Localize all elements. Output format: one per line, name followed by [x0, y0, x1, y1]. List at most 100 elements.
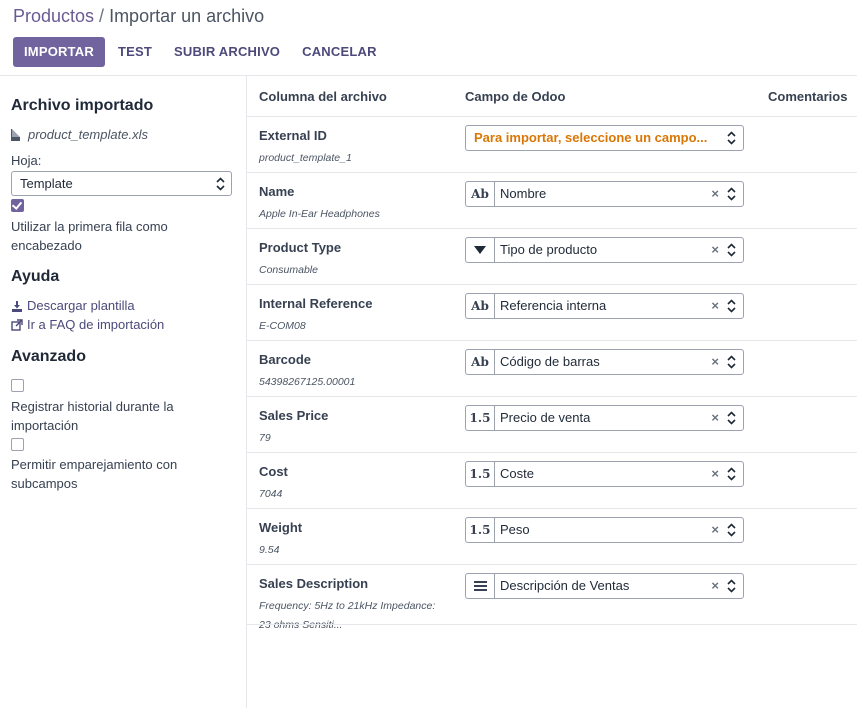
- table-row: External ID product_template_1 Para import…: [247, 116, 857, 172]
- odoo-field-value: Para importar, seleccione un campo...: [474, 130, 708, 145]
- track-history-label: Registrar historial durante la importaci…: [11, 399, 174, 433]
- clear-icon[interactable]: ×: [711, 462, 719, 486]
- file-column-name: Internal Reference: [259, 296, 373, 311]
- clear-icon[interactable]: ×: [711, 350, 719, 374]
- odoo-field-select[interactable]: Para importar, seleccione un campo...: [465, 125, 744, 151]
- file-column-sample: Frequency: 5Hz to 21kHz Impedance: 23 oh…: [259, 600, 436, 631]
- clear-icon[interactable]: ×: [711, 294, 719, 318]
- updown-arrows-icon: [727, 243, 736, 257]
- updown-arrows-icon: [727, 411, 736, 425]
- clear-icon[interactable]: ×: [711, 406, 719, 430]
- sheet-select[interactable]: Template: [11, 171, 232, 196]
- subfields-checkbox[interactable]: [11, 438, 24, 451]
- faq-link[interactable]: Ir a FAQ de importación: [11, 317, 164, 332]
- file-column-name: Product Type: [259, 240, 342, 255]
- header-odoo-field: Campo de Odoo: [465, 89, 566, 104]
- file-column-name: External ID: [259, 128, 327, 143]
- imported-file-title: Archivo importado: [11, 97, 154, 114]
- import-button[interactable]: IMPORTAR: [13, 37, 105, 67]
- test-button[interactable]: TEST: [107, 37, 163, 67]
- odoo-field-select[interactable]: Ab Código de barras ×: [465, 349, 744, 375]
- external-link-icon: [11, 318, 24, 331]
- odoo-field-value: Nombre: [500, 186, 547, 201]
- table-row: Product Type Consumable Tipo de producto ×: [247, 228, 857, 284]
- file-column-name: Weight: [259, 520, 303, 535]
- file-column-sample: Consumable: [259, 264, 318, 276]
- odoo-field-value: Peso: [500, 522, 530, 537]
- updown-arrows-icon: [727, 467, 736, 481]
- file-column-sample: Apple In-Ear Headphones: [259, 208, 380, 220]
- file-column-name: Sales Price: [259, 408, 329, 423]
- download-template-link[interactable]: Descargar plantilla: [11, 298, 135, 313]
- table-row: Sales Description Frequency: 5Hz to 21kHz…: [247, 564, 857, 631]
- table-row: Barcode 54398267125.00001 Ab Código de barr…: [247, 340, 857, 396]
- table-bottom-divider: [247, 624, 857, 625]
- track-history-checkbox[interactable]: [11, 379, 24, 392]
- float-type-icon: 1.5: [466, 462, 495, 486]
- sheet-label: Hoja:: [11, 153, 42, 168]
- upload-file-button[interactable]: SUBIR ARCHIVO: [163, 37, 291, 67]
- odoo-field-select[interactable]: Descripción de Ventas ×: [465, 573, 744, 599]
- table-row: Name Apple In-Ear Headphones Ab Nombre ×: [247, 172, 857, 228]
- table-row: Weight 9.54 1.5 Peso ×: [247, 508, 857, 564]
- subfields-label: Permitir emparejamiento con subcampos: [11, 457, 178, 491]
- odoo-field-value: Referencia interna: [500, 298, 607, 313]
- file-column-sample: 7044: [259, 488, 283, 500]
- table-row: Internal Reference E-COM08 Ab Referencia in…: [247, 284, 857, 340]
- odoo-field-value: Código de barras: [500, 354, 600, 369]
- updown-arrows-icon: [727, 523, 736, 537]
- file-column-name: Barcode: [259, 352, 312, 367]
- text-type-icon: [466, 574, 495, 598]
- advanced-title: Avanzado: [11, 348, 86, 365]
- toolbar: IMPORTAR TEST SUBIR ARCHIVO CANCELAR: [13, 37, 388, 67]
- file-column-name: Cost: [259, 464, 288, 479]
- char-type-icon: Ab: [466, 350, 495, 374]
- float-type-icon: 1.5: [466, 406, 495, 430]
- table-row: Cost 7044 1.5 Coste ×: [247, 452, 857, 508]
- clear-icon[interactable]: ×: [711, 238, 719, 262]
- cancel-button[interactable]: CANCELAR: [291, 37, 388, 67]
- odoo-field-select[interactable]: 1.5 Coste ×: [465, 461, 744, 487]
- file-column-name: Name: [259, 184, 295, 199]
- odoo-field-value: Tipo de producto: [500, 242, 598, 257]
- file-column-sample: E-COM08: [259, 320, 306, 332]
- file-column-sample: 9.54: [259, 544, 280, 556]
- table-row: Sales Price 79 1.5 Precio de venta ×: [247, 396, 857, 452]
- updown-arrows-icon: [727, 355, 736, 369]
- breadcrumb-current: Importar un archivo: [109, 6, 265, 26]
- file-icon: [11, 128, 20, 141]
- help-title: Ayuda: [11, 268, 60, 285]
- odoo-field-select[interactable]: Ab Nombre ×: [465, 181, 744, 207]
- filename-text: product_template.xls: [28, 127, 148, 142]
- updown-arrows-icon: [727, 299, 736, 313]
- header-comments: Comentarios: [768, 89, 848, 104]
- odoo-field-value: Coste: [500, 466, 534, 481]
- odoo-field-value: Descripción de Ventas: [500, 578, 630, 593]
- download-icon: [11, 300, 24, 312]
- updown-arrows-icon: [727, 187, 736, 201]
- odoo-field-select[interactable]: Tipo de producto ×: [465, 237, 744, 263]
- updown-arrows-icon: [216, 177, 225, 191]
- updown-arrows-icon: [727, 579, 736, 593]
- imported-filename: product_template.xls: [11, 127, 148, 142]
- float-type-icon: 1.5: [466, 518, 495, 542]
- sidebar: Archivo importado product_template.xls H…: [0, 76, 247, 708]
- odoo-field-select[interactable]: Ab Referencia interna ×: [465, 293, 744, 319]
- header-file-column: Columna del archivo: [259, 89, 387, 104]
- char-type-icon: Ab: [466, 182, 495, 206]
- first-row-header-checkbox[interactable]: [11, 199, 24, 212]
- file-column-sample: 54398267125.00001: [259, 376, 356, 388]
- first-row-header-label: Utilizar la primera fila como encabezado: [11, 219, 168, 253]
- updown-arrows-icon: [727, 131, 736, 145]
- clear-icon[interactable]: ×: [711, 518, 719, 542]
- char-type-icon: Ab: [466, 294, 495, 318]
- odoo-field-select[interactable]: 1.5 Precio de venta ×: [465, 405, 744, 431]
- sheet-select-value: Template: [20, 176, 73, 191]
- odoo-field-value: Precio de venta: [500, 410, 591, 425]
- breadcrumb-parent[interactable]: Productos: [13, 6, 94, 26]
- breadcrumb: Productos / Importar un archivo: [13, 6, 264, 27]
- clear-icon[interactable]: ×: [711, 574, 719, 598]
- selection-type-icon: [466, 238, 495, 262]
- clear-icon[interactable]: ×: [711, 182, 719, 206]
- odoo-field-select[interactable]: 1.5 Peso ×: [465, 517, 744, 543]
